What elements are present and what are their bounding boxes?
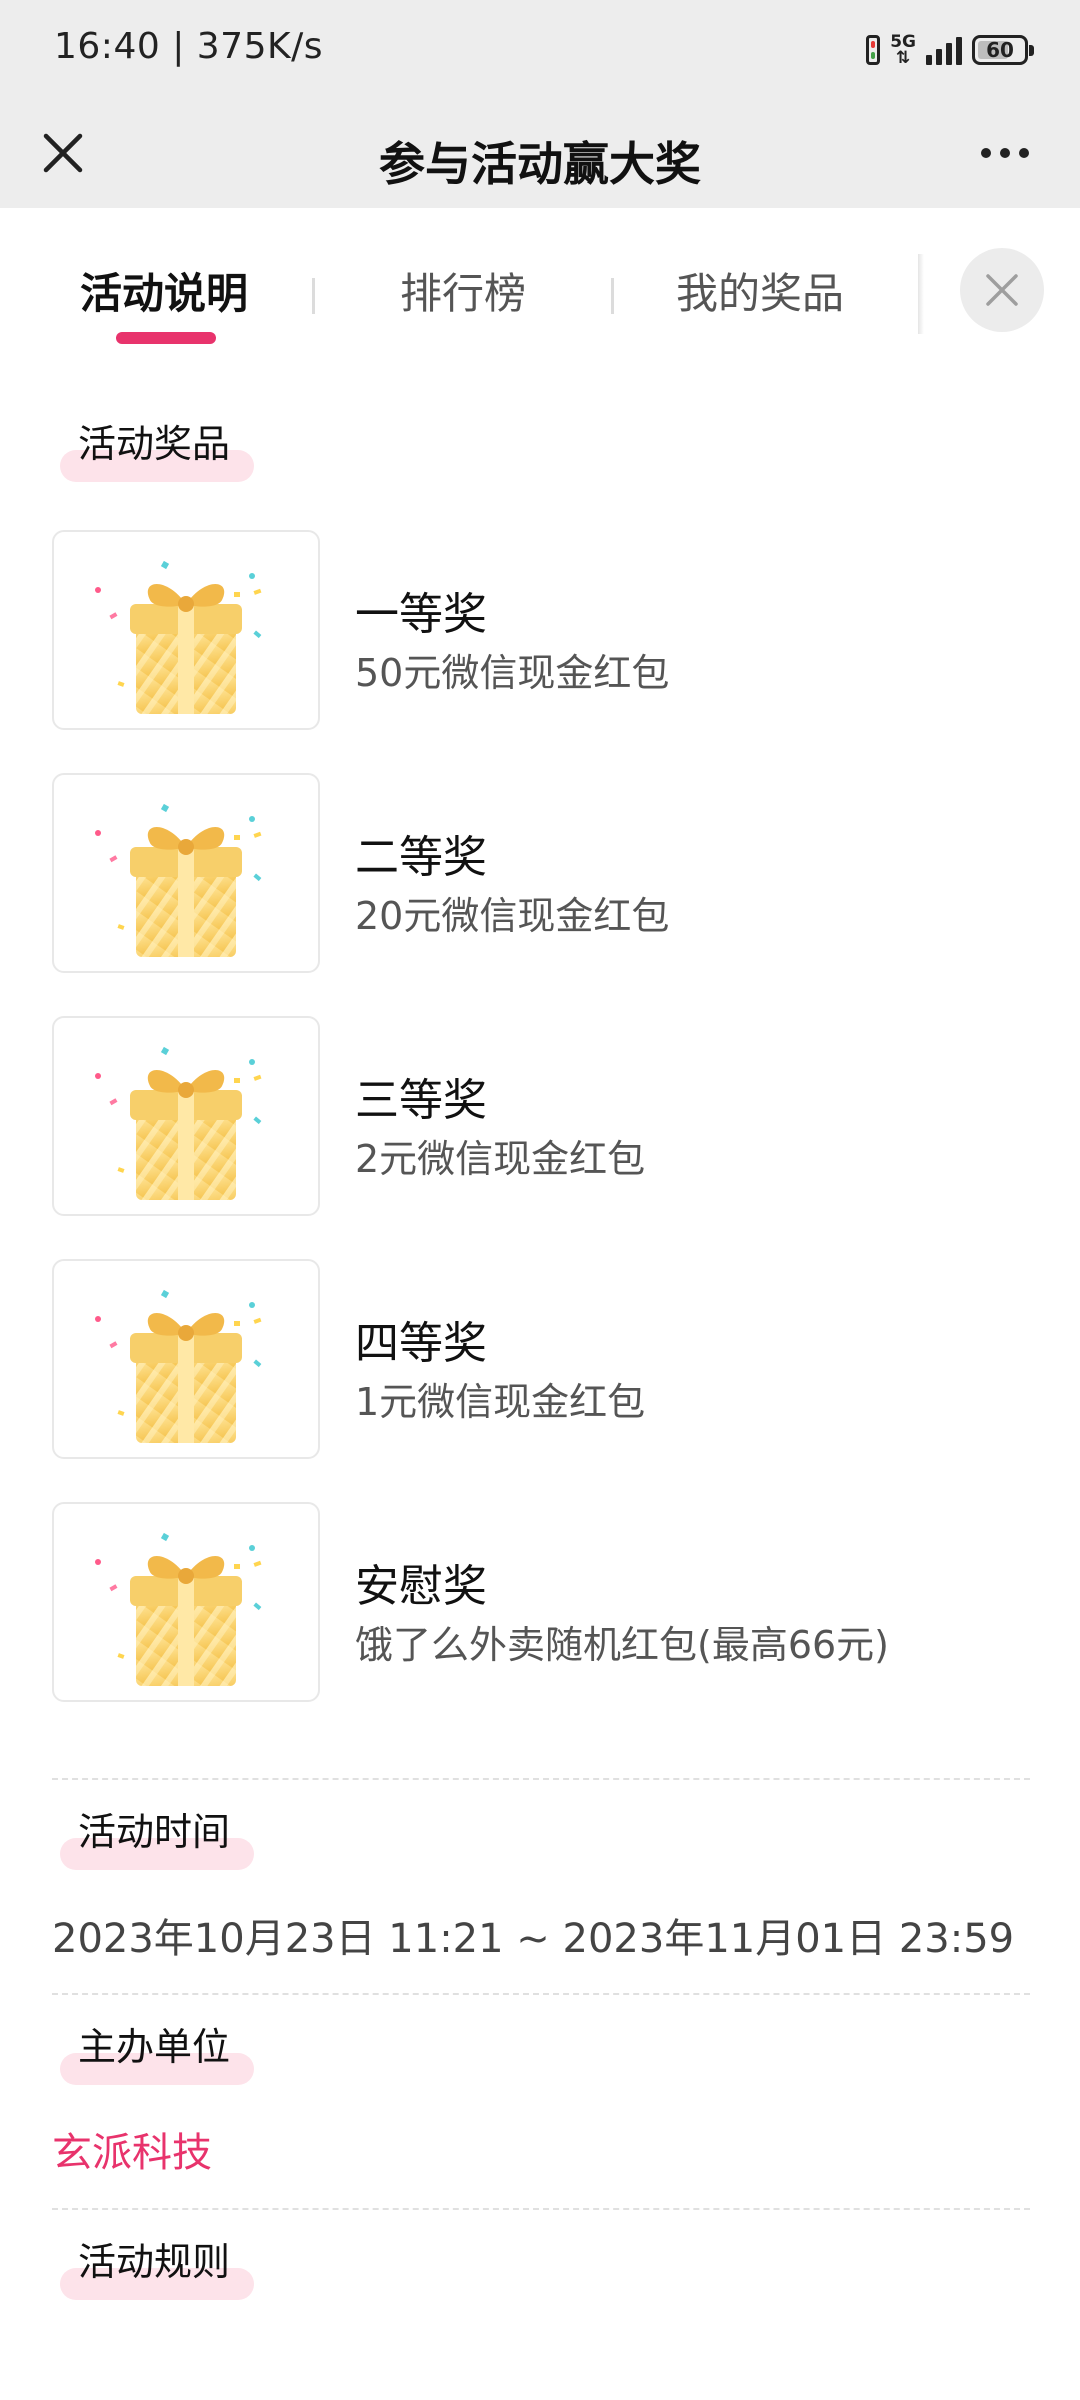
tab-my-prizes[interactable]: 我的奖品 — [676, 260, 844, 321]
tab-scroll-shadow — [918, 254, 924, 334]
active-tab-indicator — [116, 332, 216, 344]
data-arrows-icon: ⇅ — [895, 48, 911, 68]
prize-name: 三等奖 — [355, 1075, 487, 1126]
gift-icon — [52, 1016, 320, 1216]
prize-name: 四等奖 — [355, 1318, 487, 1369]
prize-item-consolation: 安慰奖 饿了么外卖随机红包(最高66元) — [52, 1502, 1032, 1702]
status-time: 16:40 | 375K/s — [54, 26, 323, 67]
organizer-name[interactable]: 玄派科技 — [52, 2120, 212, 2178]
gift-icon — [52, 530, 320, 730]
title-bar: 参与活动赢大奖 — [0, 98, 1080, 208]
prize-item-third: 三等奖 2元微信现金红包 — [52, 1016, 1032, 1216]
close-panel-button[interactable] — [960, 248, 1044, 332]
section-divider — [52, 2208, 1030, 2210]
gift-icon — [52, 1502, 320, 1702]
network-indicator: 5G ⇅ — [890, 34, 916, 68]
prize-item-fourth: 四等奖 1元微信现金红包 — [52, 1259, 1032, 1459]
prize-item-second: 二等奖 20元微信现金红包 — [52, 773, 1032, 973]
status-icons: 5G ⇅ 60 — [866, 30, 1034, 70]
status-bar: 16:40 | 375K/s 5G ⇅ 60 — [0, 0, 1080, 98]
prize-description: 20元微信现金红包 — [355, 894, 670, 938]
more-icon[interactable] — [970, 128, 1040, 178]
prize-name: 二等奖 — [355, 832, 487, 883]
gift-icon — [52, 773, 320, 973]
prize-description: 饿了么外卖随机红包(最高66元) — [355, 1623, 890, 1667]
prize-description: 1元微信现金红包 — [355, 1380, 646, 1424]
page-title: 参与活动赢大奖 — [379, 137, 701, 191]
notification-light-icon — [866, 35, 881, 65]
tab-leaderboard[interactable]: 排行榜 — [400, 260, 526, 321]
section-divider — [52, 1778, 1030, 1780]
time-section-title: 活动时间 — [60, 1806, 254, 1870]
battery-icon: 60 — [972, 35, 1034, 65]
section-divider — [52, 1993, 1030, 1995]
tab-activity-description[interactable]: 活动说明 — [80, 260, 248, 321]
prize-item-first: 一等奖 50元微信现金红包 — [52, 530, 1032, 730]
activity-time: 2023年10月23日 11:21 ~ 2023年11月01日 23:59 — [52, 1916, 1015, 1962]
rules-section-title: 活动规则 — [60, 2236, 254, 2300]
prizes-section-title: 活动奖品 — [60, 418, 254, 482]
organizer-section-title: 主办单位 — [60, 2021, 254, 2085]
gift-icon — [52, 1259, 320, 1459]
tab-divider — [611, 278, 614, 314]
tab-divider — [312, 278, 315, 314]
prize-description: 50元微信现金红包 — [355, 651, 670, 695]
prize-name: 安慰奖 — [355, 1561, 487, 1612]
prize-name: 一等奖 — [355, 589, 487, 640]
battery-level: 60 — [986, 38, 1014, 62]
signal-icon — [926, 35, 962, 65]
prize-description: 2元微信现金红包 — [355, 1137, 646, 1181]
